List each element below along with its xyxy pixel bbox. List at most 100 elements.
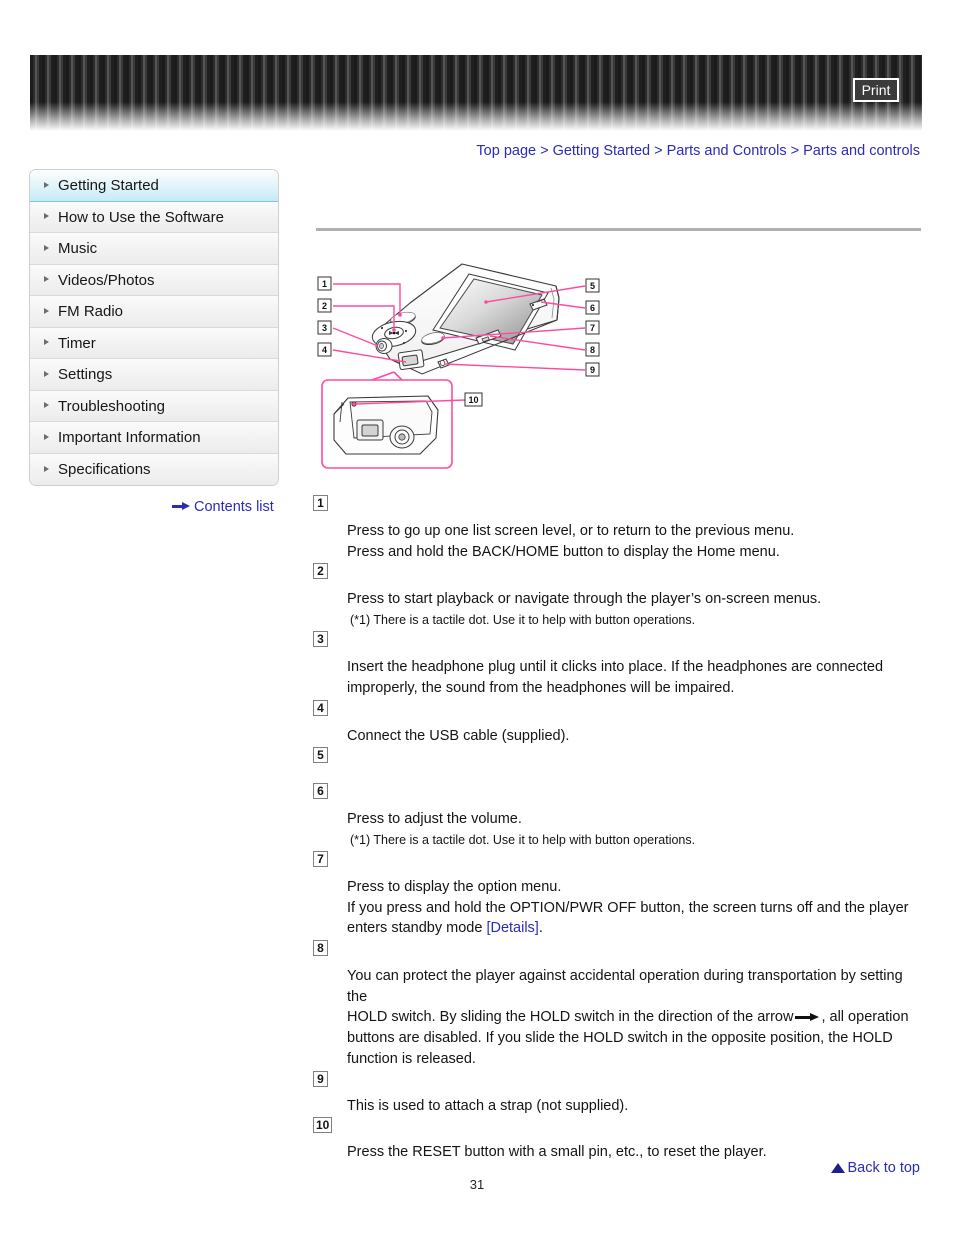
svg-text:8: 8 <box>590 345 595 355</box>
header-banner: Print <box>30 55 922 131</box>
desc-number-badge: 4 <box>313 699 328 716</box>
desc-number-badge: 6 <box>313 783 328 800</box>
sidebar-item-videos-photos[interactable]: Videos/Photos <box>30 264 278 296</box>
device-diagram: 1 2 3 4 5 6 7 8 9 10 <box>310 262 610 482</box>
sidebar-item-fm-radio[interactable]: FM Radio <box>30 296 278 328</box>
desc-text-line: Press to go up one list screen level, or… <box>347 523 795 539</box>
desc-text-prefix: enters standby mode <box>347 920 487 937</box>
desc-text-line: This is used to attach a strap (not supp… <box>347 1097 629 1114</box>
breadcrumb: Top page > Getting Started > Parts and Contr… <box>476 143 920 159</box>
desc-text-line: Press to display the option menu. <box>347 878 562 895</box>
desc-text-line-with-arrow: HOLD switch. By sliding the HOLD switch … <box>313 1007 925 1028</box>
sidebar-item-getting-started[interactable]: Getting Started <box>30 170 278 202</box>
sidebar-item-label: Getting Started <box>58 177 159 194</box>
chevron-right-icon <box>44 370 49 377</box>
content-divider <box>316 228 921 231</box>
desc-text-line: buttons are disabled. If you slide the H… <box>347 1030 893 1047</box>
desc-item-3: 3 Insert the headphone plug until it cli… <box>313 630 925 698</box>
chevron-right-icon <box>44 433 49 440</box>
breadcrumb-item-top-page[interactable]: Top page <box>476 143 536 159</box>
sidebar-item-label: Troubleshooting <box>58 397 166 415</box>
sidebar-item-specifications[interactable]: Specifications <box>30 453 278 485</box>
page-number: 31 <box>469 1177 485 1192</box>
breadcrumb-item-current[interactable]: Parts and controls <box>803 143 920 159</box>
desc-item-9: 9 This is used to attach a strap (not su… <box>313 1070 925 1117</box>
back-to-top-label: Back to top <box>847 1160 920 1176</box>
sidebar-item-label: FM Radio <box>58 303 124 320</box>
svg-text:2: 2 <box>322 301 327 311</box>
svg-text:5: 5 <box>590 281 595 291</box>
breadcrumb-item-parts-and-controls[interactable]: Parts and Controls <box>667 143 787 159</box>
desc-item-1: 1 Press to go up one list screen level, … <box>313 494 925 562</box>
desc-number-badge: 5 <box>313 747 328 764</box>
sidebar-item-troubleshooting[interactable]: Troubleshooting <box>30 390 278 422</box>
back-to-top-link[interactable]: Back to top <box>831 1160 920 1176</box>
breadcrumb-item-getting-started[interactable]: Getting Started <box>553 143 651 159</box>
sidebar-item-label: Specifications <box>58 460 151 478</box>
desc-text-line: Press to start playback or navigate thro… <box>347 591 822 608</box>
desc-number-badge: 10 <box>313 1117 333 1134</box>
desc-number-badge: 3 <box>313 631 328 648</box>
svg-text:4: 4 <box>322 345 327 355</box>
desc-text-line: You can protect the player against accid… <box>347 968 903 1005</box>
desc-text-line: Press and hold the BACK/HOME button to d… <box>347 543 780 560</box>
chevron-right-icon <box>44 402 49 409</box>
svg-text:7: 7 <box>590 323 595 333</box>
sidebar-navigation: Getting Started How to Use the Software … <box>29 169 279 486</box>
chevron-right-icon <box>44 307 49 314</box>
sidebar-item-important-information[interactable]: Important Information <box>30 422 278 454</box>
desc-item-10: 10 Press the RESET button with a small p… <box>313 1116 925 1163</box>
sidebar-item-label: Important Information <box>58 429 201 446</box>
svg-text:6: 6 <box>590 303 595 313</box>
desc-text-line: Connect the USB cable (supplied). <box>347 727 570 744</box>
desc-text-line: If you press and hold the OPTION/PWR OFF… <box>347 899 909 916</box>
sidebar-item-label: Timer <box>58 334 96 352</box>
desc-number-badge: 1 <box>313 495 328 511</box>
desc-text-line: improperly, the sound from the headphone… <box>347 679 735 696</box>
desc-text-prefix: HOLD switch. By sliding the HOLD switch … <box>347 1009 794 1026</box>
chevron-right-icon <box>44 244 49 251</box>
chevron-right-icon <box>44 339 49 346</box>
print-button[interactable]: Print <box>853 78 899 102</box>
desc-text-line-with-link: enters standby mode [Details]. <box>313 918 925 939</box>
desc-number-badge: 9 <box>313 1070 328 1087</box>
sidebar-item-timer[interactable]: Timer <box>30 327 278 359</box>
arrow-right-icon <box>795 1012 820 1021</box>
details-link[interactable]: [Details] <box>486 920 538 936</box>
contents-list-label: Contents list <box>194 499 274 515</box>
sidebar-item-label: Music <box>58 240 98 257</box>
sidebar-item-music[interactable]: Music <box>30 233 278 265</box>
desc-text-suffix: . <box>538 920 543 937</box>
desc-footnote: (*1) There is a tactile dot. Use it to h… <box>350 832 696 847</box>
breadcrumb-separator: > <box>654 143 663 159</box>
desc-text-suffix: , all operation <box>821 1009 909 1026</box>
desc-item-2: 2 Press to start playback or navigate th… <box>313 562 925 630</box>
chevron-right-icon <box>44 465 49 472</box>
desc-item-4: 4 Connect the USB cable (supplied). <box>313 699 925 747</box>
svg-text:10: 10 <box>468 395 478 405</box>
sidebar-item-label: How to Use the Software <box>58 208 224 226</box>
chevron-right-icon <box>44 276 49 283</box>
chevron-right-icon <box>44 213 49 220</box>
sidebar-item-how-to-use-the-software[interactable]: How to Use the Software <box>30 201 278 233</box>
desc-item-7: 7 Press to display the option menu. If y… <box>313 850 925 939</box>
sidebar-item-settings[interactable]: Settings <box>30 359 278 391</box>
desc-footnote: (*1) There is a tactile dot. Use it to h… <box>350 613 696 628</box>
desc-text-line: Insert the headphone plug until it click… <box>347 659 884 676</box>
triangle-up-icon <box>831 1163 846 1173</box>
sidebar-item-label: Settings <box>58 366 113 383</box>
chevron-right-icon <box>44 181 49 188</box>
svg-text:9: 9 <box>590 365 595 375</box>
desc-item-5: 5 <box>313 746 925 782</box>
sidebar-item-label: Videos/Photos <box>58 271 155 289</box>
desc-text-line: function is released. <box>347 1050 476 1067</box>
desc-item-6: 6 Press to adjust the volume. (*1) There… <box>313 782 925 850</box>
desc-text-line: Press to adjust the volume. <box>347 811 522 828</box>
parts-description-list: 1 Press to go up one list screen level, … <box>313 494 925 1163</box>
desc-number-badge: 8 <box>313 940 328 957</box>
contents-list-link[interactable]: Contents list <box>172 499 274 515</box>
breadcrumb-separator: > <box>540 143 549 159</box>
desc-number-badge: 7 <box>313 850 328 867</box>
breadcrumb-separator: > <box>790 143 800 159</box>
desc-number-badge: 2 <box>313 563 328 580</box>
